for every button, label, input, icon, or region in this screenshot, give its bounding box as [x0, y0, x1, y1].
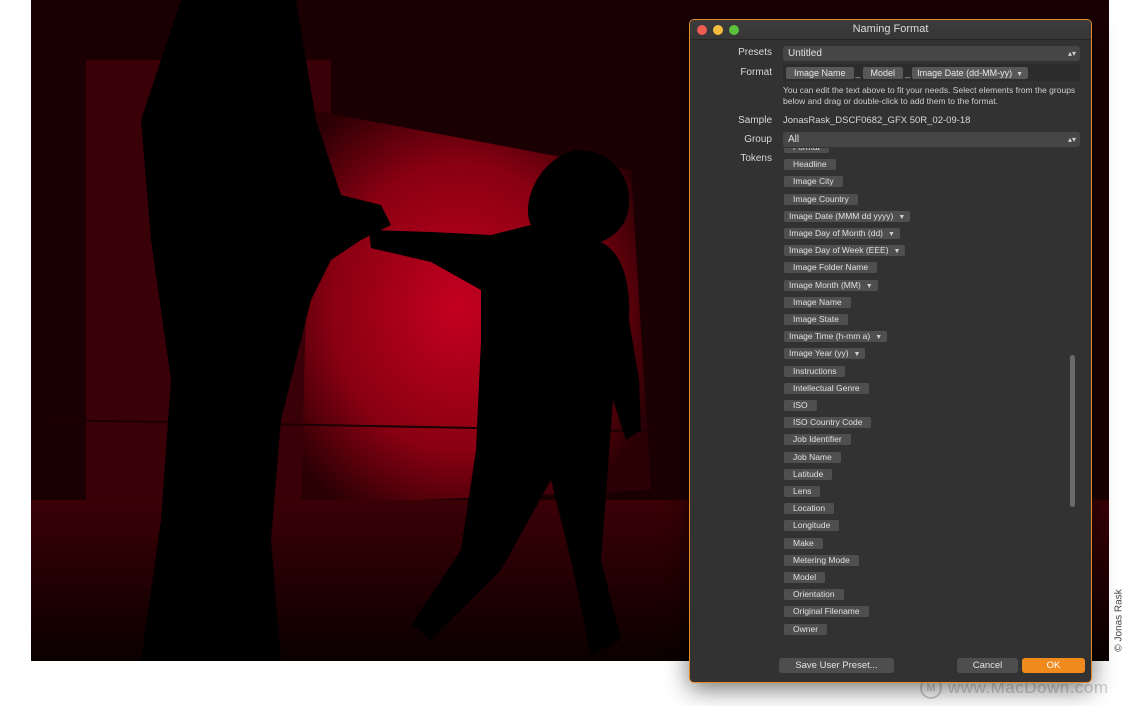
tokens-label: Tokens [740, 153, 772, 164]
token-label: Metering Mode [793, 554, 850, 565]
format-field[interactable]: Image Name _ Model _ Image Date (dd-MM-y… [783, 64, 1080, 81]
token-label: Orientation [793, 589, 835, 600]
up-down-chevron-icon: ▴▾ [1067, 49, 1076, 58]
dialog-title: Naming Format [852, 23, 929, 35]
token-item[interactable]: Headline [784, 159, 836, 171]
token-label: Image Day of Week (EEE) [789, 245, 889, 256]
token-item[interactable]: Image Name [784, 296, 851, 308]
token-item[interactable]: Image Day of Week (EEE) ▼ [784, 245, 906, 257]
token-label: Original Filename [793, 606, 860, 617]
token-item[interactable]: Metering Mode [784, 554, 859, 566]
chevron-down-icon: ▼ [853, 351, 861, 359]
token-item[interactable]: Instructions [784, 365, 846, 377]
naming-format-dialog: Naming Format Presets Untitled ▴▾ Format… [689, 19, 1092, 683]
format-token-image-name[interactable]: Image Name [786, 66, 854, 79]
token-label: Image Name [793, 296, 842, 307]
token-item[interactable]: Owner [784, 623, 828, 635]
token-label: Image City [793, 176, 834, 187]
chevron-down-icon: ▼ [875, 334, 883, 342]
chevron-down-icon: ▼ [893, 248, 901, 256]
presets-value: Untitled [788, 48, 822, 59]
token-item[interactable]: Lens [784, 486, 821, 497]
token-item[interactable]: Image City [784, 176, 843, 188]
token-item[interactable]: Make [784, 537, 823, 549]
help-text: You can edit the text above to fit your … [783, 85, 1076, 106]
token-item[interactable]: Image State [784, 314, 848, 325]
token-item[interactable]: Location [784, 503, 835, 515]
tokens-scrollbar[interactable] [1070, 355, 1075, 507]
token-item[interactable]: Job Identifier [784, 434, 851, 446]
token-item[interactable]: Image Time (h-mm a) ▼ [784, 331, 888, 343]
ok-button[interactable]: OK [1022, 658, 1085, 673]
format-label: Format [740, 67, 772, 78]
format-separator: _ [905, 67, 911, 78]
sample-value: JonasRask_DSCF0682_GFX 50R_02-09-18 [783, 115, 971, 126]
token-label: Image Month (MM) [789, 279, 861, 290]
photo-credit: © Jonas Rask [1110, 578, 1128, 662]
token-item[interactable]: ISO [784, 400, 817, 411]
token-item[interactable]: Image Date (MMM dd yyyy) ▼ [784, 210, 911, 222]
format-token-model[interactable]: Model [862, 66, 904, 79]
token-label: ISO [793, 400, 808, 410]
cancel-button[interactable]: Cancel [957, 658, 1018, 673]
group-label: Group [744, 134, 772, 145]
token-label: Location [793, 503, 826, 514]
presets-select[interactable]: Untitled ▴▾ [783, 46, 1080, 61]
token-label: Lens [793, 486, 812, 496]
chevron-down-icon: ▼ [888, 231, 895, 238]
token-label: Image Day of Month (dd) [789, 228, 884, 238]
chevron-down-icon: ▼ [1016, 70, 1024, 78]
token-item[interactable]: Image Month (MM) ▼ [784, 279, 878, 291]
group-select[interactable]: All ▴▾ [783, 132, 1080, 147]
format-token-image-date-label: Image Date (dd-MM-yy) [917, 67, 1013, 78]
save-user-preset-button[interactable]: Save User Preset... [779, 658, 894, 673]
token-label: Image Folder Name [793, 262, 869, 273]
token-item[interactable]: Orientation [784, 589, 844, 601]
token-label: Image State [793, 314, 839, 324]
chevron-down-icon: ▼ [865, 282, 873, 290]
token-item[interactable]: ISO Country Code [784, 417, 872, 429]
photo-credit-text: © Jonas Rask [1113, 588, 1125, 652]
token-label: Image Country [793, 193, 849, 204]
tokens-list[interactable]: Format Headline Image City Image Country Ima… [784, 148, 1084, 644]
token-label: Headline [793, 159, 827, 170]
token-label: Make [793, 537, 814, 548]
presets-label: Presets [738, 47, 772, 58]
token-label: Image Time (h-mm a) [789, 331, 871, 342]
token-item[interactable]: Image Day of Month (dd) ▼ [784, 228, 900, 239]
token-label: Owner [793, 623, 819, 634]
token-item[interactable]: Longitude [784, 520, 840, 532]
title-bar[interactable]: Naming Format [690, 20, 1091, 40]
token-item[interactable]: Job Name [784, 451, 841, 463]
token-label: Format [793, 148, 820, 152]
token-label: Image Date (MMM dd yyyy) [789, 210, 894, 221]
token-label: Job Identifier [793, 434, 842, 445]
format-separator: _ [855, 67, 861, 78]
up-down-chevron-icon: ▴▾ [1067, 135, 1076, 144]
token-label: Job Name [793, 451, 832, 462]
token-label: Instructions [793, 365, 837, 376]
screenshot-stage: © Jonas Rask M www.MacDown.com Naming Fo… [0, 0, 1140, 706]
token-item[interactable]: Image Country [784, 193, 858, 205]
group-value: All [788, 134, 800, 145]
token-label: Image Year (yy) [789, 348, 849, 359]
chevron-down-icon: ▼ [898, 213, 906, 221]
token-label: Model [793, 572, 817, 582]
token-label: Longitude [793, 520, 831, 531]
token-item[interactable]: Intellectual Genre [784, 382, 869, 394]
format-token-image-date[interactable]: Image Date (dd-MM-yy) ▼ [912, 66, 1029, 79]
token-item[interactable]: Model [784, 572, 826, 583]
token-item[interactable]: Original Filename [784, 606, 869, 618]
token-item[interactable]: Image Year (yy) ▼ [784, 348, 866, 360]
token-label: Latitude [793, 468, 824, 479]
token-item[interactable]: Latitude [784, 468, 833, 480]
token-item[interactable]: Image Folder Name [784, 262, 878, 274]
token-label: ISO Country Code [793, 417, 863, 428]
token-label: Intellectual Genre [793, 382, 860, 393]
sample-label: Sample [738, 115, 772, 126]
token-item[interactable]: Format [784, 148, 829, 153]
